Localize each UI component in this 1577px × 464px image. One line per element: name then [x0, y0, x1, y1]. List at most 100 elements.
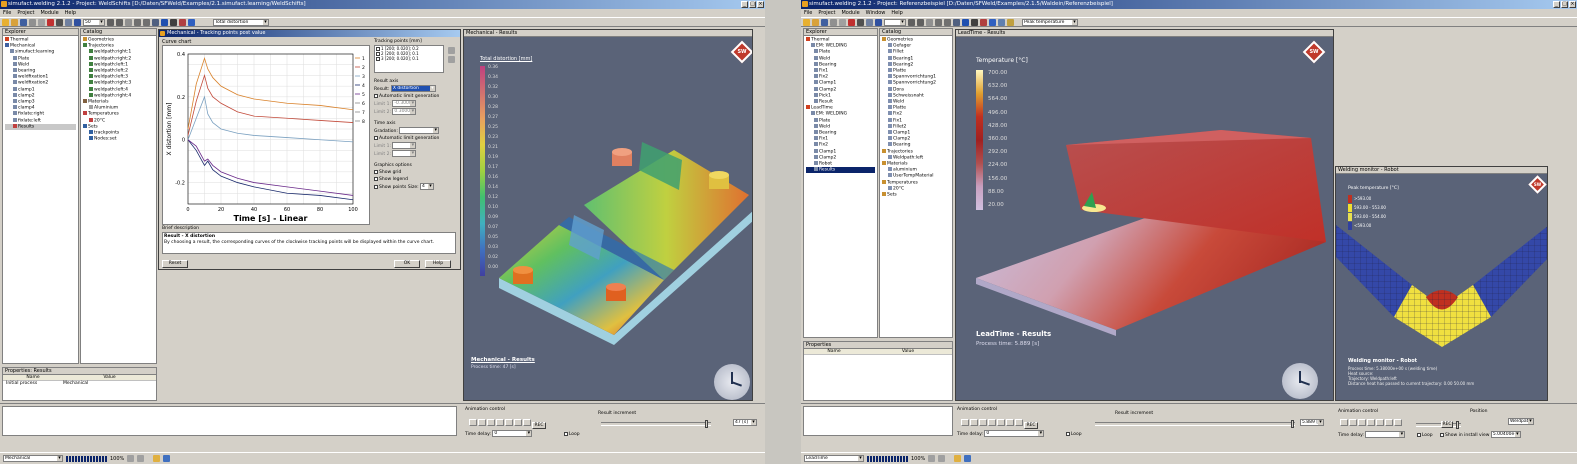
view-icon[interactable] [74, 18, 81, 26]
right-3d-viewport[interactable]: LeadTime - Results SW Temperature [°C] 7… [955, 29, 1334, 401]
play-icon[interactable] [997, 419, 1005, 426]
settings-icon[interactable] [65, 18, 72, 26]
minimize-icon[interactable]: _ [1553, 1, 1560, 8]
close-icon[interactable]: × [757, 1, 764, 8]
tree-item-results[interactable]: Results [806, 167, 875, 174]
checkbox[interactable] [376, 57, 380, 61]
time-delay-field-2[interactable] [1365, 431, 1406, 438]
probe-icon[interactable] [980, 18, 987, 26]
open-folder-icon[interactable] [11, 18, 18, 26]
next-frame-icon[interactable] [1385, 419, 1393, 426]
reset-button[interactable]: Reset [162, 260, 188, 268]
zoom-out-icon[interactable] [116, 18, 123, 26]
rec-button[interactable]: REC [532, 422, 546, 429]
stop-icon[interactable] [1367, 419, 1375, 426]
first-frame-icon[interactable] [961, 419, 969, 426]
view-icon[interactable] [875, 18, 882, 26]
limit2-field[interactable]: 0.3000 [392, 108, 417, 115]
cut-icon[interactable] [830, 18, 837, 26]
rotate-icon[interactable] [926, 18, 933, 26]
checkbox[interactable] [374, 135, 378, 140]
menu-help[interactable]: Help [65, 9, 76, 17]
play-icon[interactable] [1376, 419, 1384, 426]
run-icon[interactable] [47, 18, 54, 26]
camera-icon[interactable] [971, 18, 978, 26]
status-model-combo[interactable]: Mechanical [3, 455, 63, 462]
increment-slider[interactable] [1095, 420, 1295, 428]
play-back-icon[interactable] [979, 419, 987, 426]
stop-run-icon[interactable] [137, 455, 145, 462]
chart-icon[interactable] [989, 18, 996, 26]
stop-run-icon[interactable] [938, 455, 946, 462]
remove-point-icon[interactable] [448, 56, 455, 63]
zoom-in-icon[interactable] [107, 18, 114, 26]
chart-icon[interactable] [188, 18, 195, 26]
stop-icon[interactable] [496, 419, 504, 426]
new-project-icon[interactable] [2, 18, 9, 26]
result-combo[interactable]: Peak temperature [1022, 18, 1078, 26]
tracking-points-list[interactable]: 1 [200; 0.020]; 0.2 2 [200; 0.020]; 0.1 … [374, 45, 444, 73]
fit-icon[interactable] [143, 18, 150, 26]
menu-module[interactable]: Module [40, 9, 58, 17]
copy-icon[interactable] [839, 18, 846, 26]
slider-thumb[interactable] [1456, 421, 1459, 429]
folder-icon[interactable] [954, 455, 962, 462]
menu-project[interactable]: Project [17, 9, 34, 17]
probe-icon[interactable] [179, 18, 186, 26]
show-grid-row[interactable]: Show grid [374, 169, 458, 176]
result-select[interactable]: X distortion [390, 85, 436, 92]
limit1-field-2[interactable] [392, 142, 417, 149]
welding-monitor-window[interactable]: Welding monitor - Robot SW Peak temperat… [1335, 166, 1548, 401]
render-icon[interactable] [161, 18, 168, 26]
open-folder-icon[interactable] [812, 18, 819, 26]
properties-row[interactable]: Initial process Mechanical [3, 381, 156, 387]
show-legend-row[interactable]: Show legend [374, 176, 458, 183]
menu-file[interactable]: File [3, 9, 11, 17]
tree-item-results[interactable]: Results [5, 123, 76, 131]
new-project-icon[interactable] [803, 18, 810, 26]
minimize-icon[interactable]: _ [741, 1, 748, 8]
right-title-bar[interactable]: simufact.welding 2.1.2 - Project: Refere… [801, 0, 1577, 9]
status-model-combo[interactable]: LeadTime [804, 455, 864, 462]
menu-help[interactable]: Help [891, 9, 902, 17]
prev-frame-icon[interactable] [478, 419, 486, 426]
next-frame-icon[interactable] [514, 419, 522, 426]
checkbox[interactable] [374, 93, 378, 98]
prev-frame-icon[interactable] [970, 419, 978, 426]
add-point-icon[interactable] [448, 47, 455, 54]
loop-checkbox[interactable] [563, 431, 568, 436]
limit1-field[interactable]: -0.3000 [392, 100, 417, 107]
first-frame-icon[interactable] [1340, 419, 1348, 426]
menu-module[interactable]: Module [841, 9, 859, 17]
copy-icon[interactable] [38, 18, 45, 26]
render-icon[interactable] [962, 18, 969, 26]
prev-frame-icon[interactable] [1349, 419, 1357, 426]
rotate-icon[interactable] [125, 18, 132, 26]
maximize-icon[interactable]: □ [1561, 1, 1568, 8]
help-button[interactable]: Help [425, 260, 451, 268]
zoom-out-icon[interactable] [917, 18, 924, 26]
size-field[interactable]: 4 [420, 183, 435, 190]
ok-button[interactable]: OK [394, 260, 420, 268]
checkbox[interactable] [374, 176, 378, 181]
left-3d-viewport[interactable]: Mechanical - Results SW Total distortion… [463, 29, 753, 401]
left-title-bar[interactable]: simufact.welding 2.1.2 - Project: WeldSc… [0, 0, 765, 9]
zoom-combo[interactable]: 50 [83, 18, 105, 26]
log-icon[interactable] [163, 455, 171, 462]
rec-button[interactable]: REC [1024, 422, 1038, 429]
show-install-checkbox[interactable] [1440, 432, 1445, 437]
last-frame-icon[interactable] [1394, 419, 1402, 426]
run-icon[interactable] [848, 18, 855, 26]
menu-file[interactable]: File [804, 9, 812, 17]
pause-icon[interactable] [928, 455, 936, 462]
fit-icon[interactable] [944, 18, 951, 26]
result-combo[interactable]: Total distortion [213, 18, 269, 26]
camera-icon[interactable] [170, 18, 177, 26]
stop-icon[interactable] [56, 18, 63, 26]
play-back-icon[interactable] [487, 419, 495, 426]
position-slider[interactable] [1416, 421, 1461, 429]
settings-icon[interactable] [866, 18, 873, 26]
maximize-icon[interactable]: □ [749, 1, 756, 8]
menu-window[interactable]: Window [866, 9, 886, 17]
last-frame-icon[interactable] [1015, 419, 1023, 426]
